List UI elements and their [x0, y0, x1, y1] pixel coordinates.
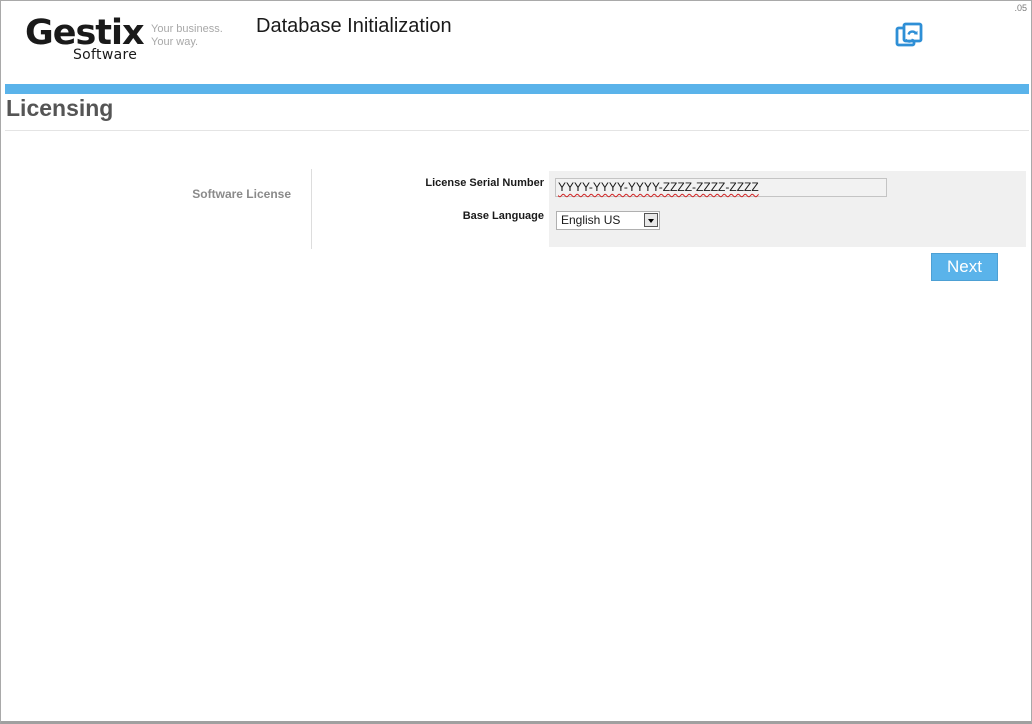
app-window: .05 Gestix Software Your business. Your … [0, 0, 1032, 724]
base-language-value: English US [561, 213, 621, 227]
logo-tagline-line2: Your way. [151, 36, 199, 48]
header-accent-bar [5, 84, 1029, 94]
page-title: Database Initialization [256, 15, 452, 37]
logo-tagline: Your business. Your way. [151, 23, 223, 49]
refresh-icon[interactable] [895, 22, 923, 50]
group-divider [311, 169, 312, 249]
section-title: Licensing [6, 95, 114, 121]
next-button[interactable]: Next [931, 253, 998, 281]
serial-number-value: YYYY-YYYY-YYYY-ZZZZ-ZZZZ-ZZZZ [558, 180, 759, 194]
section-divider [5, 130, 1029, 131]
group-label: Software License [192, 187, 291, 201]
logo-sub: Software [73, 47, 138, 63]
version-label: .05 [1014, 3, 1027, 13]
base-language-select[interactable]: English US [556, 211, 660, 230]
gestix-logo: Gestix Software Your business. Your way. [25, 13, 235, 67]
serial-number-input[interactable]: YYYY-YYYY-YYYY-ZZZZ-ZZZZ-ZZZZ [555, 178, 887, 197]
logo-tagline-line1: Your business. [151, 23, 223, 35]
language-label: Base Language [462, 210, 544, 222]
serial-label: License Serial Number [425, 177, 544, 189]
chevron-down-icon[interactable] [644, 213, 658, 227]
